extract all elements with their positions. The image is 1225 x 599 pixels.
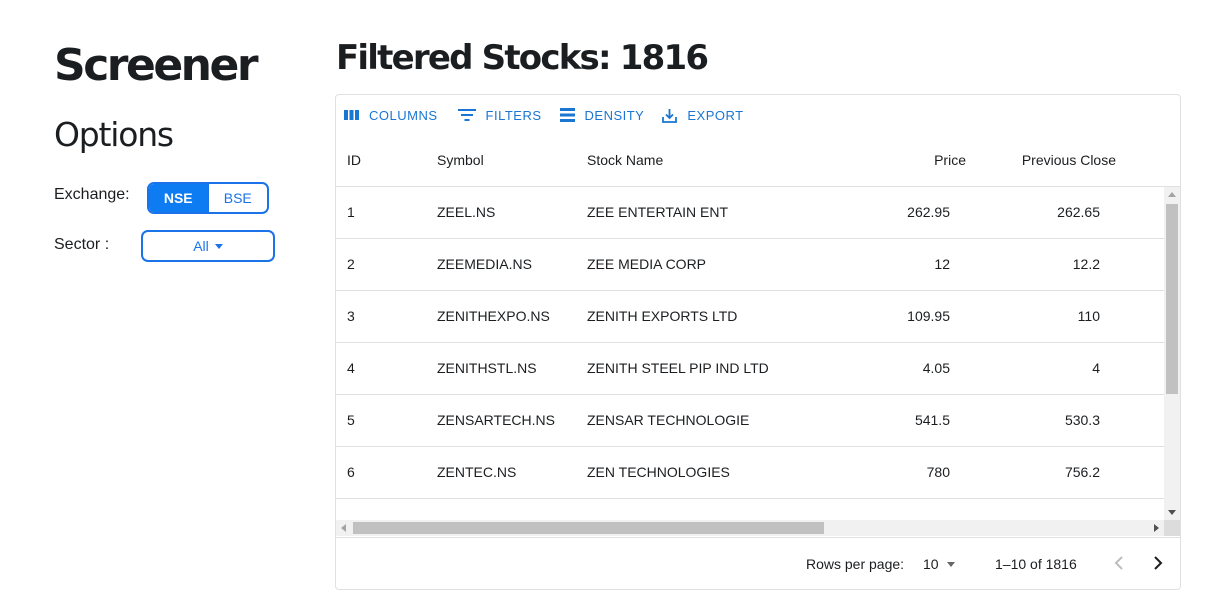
export-button[interactable]: EXPORT (662, 106, 743, 124)
page-range-text: 1–10 of 1816 (995, 556, 1077, 572)
scrollbar-corner (1164, 520, 1180, 536)
cell-stock-name: ZEE MEDIA CORP (587, 256, 707, 272)
table-row[interactable]: 3 ZENITHEXPO.NS ZENITH EXPORTS LTD 109.9… (336, 291, 1164, 343)
cell-previous-close: 530.3 (1064, 412, 1100, 428)
download-icon (662, 108, 678, 123)
rows-per-page-value: 10 (923, 556, 939, 572)
exchange-nse-button[interactable]: NSE (149, 184, 208, 212)
cell-price: 4.05 (922, 360, 950, 376)
table-row[interactable]: 5 ZENSARTECH.NS ZENSAR TECHNOLOGIE 541.5… (336, 395, 1164, 447)
cell-id: 2 (347, 256, 355, 272)
columns-icon (344, 110, 359, 120)
vertical-scroll-thumb[interactable] (1166, 204, 1178, 394)
cell-price: 12 (934, 256, 950, 272)
density-label: DENSITY (584, 107, 645, 123)
columns-label: COLUMNS (369, 107, 438, 123)
caret-down-icon (214, 243, 223, 249)
vertical-scrollbar[interactable] (1164, 187, 1180, 520)
cell-symbol: ZEEL.NS (437, 204, 496, 220)
rows-per-page-label: Rows per page: (806, 556, 905, 572)
caret-down-icon (946, 561, 955, 567)
app-title: Screener (54, 40, 259, 91)
scroll-up-arrow-icon[interactable] (1168, 192, 1176, 197)
header-id[interactable]: ID (347, 152, 361, 168)
exchange-label: Exchange: (54, 186, 130, 203)
filters-button[interactable]: FILTERS (457, 106, 542, 124)
sidebar: Screener Options Exchange: NSE BSE Secto… (54, 38, 294, 262)
cell-symbol: ZENITHEXPO.NS (437, 308, 550, 324)
rows-per-page-select[interactable]: 10 (923, 556, 955, 572)
table-row[interactable]: 2 ZEEMEDIA.NS ZEE MEDIA CORP 12 12.2 (336, 239, 1164, 291)
cell-price: 262.95 (907, 204, 950, 220)
table-row[interactable]: 6 ZENTEC.NS ZEN TECHNOLOGIES 780 756.2 (336, 447, 1164, 499)
sector-dropdown[interactable]: All (141, 230, 275, 262)
density-icon (559, 108, 575, 122)
scroll-right-arrow-icon[interactable] (1154, 524, 1159, 532)
cell-previous-close: 262.65 (1057, 204, 1100, 220)
table-row[interactable]: 4 ZENITHSTL.NS ZENITH STEEL PIP IND LTD … (336, 343, 1164, 395)
cell-symbol: ZENITHSTL.NS (437, 360, 537, 376)
cell-previous-close: 110 (1077, 308, 1100, 324)
header-price[interactable]: Price (934, 152, 966, 168)
cell-symbol: ZENTEC.NS (437, 464, 517, 480)
table-body: 1 ZEEL.NS ZEE ENTERTAIN ENT 262.95 262.6… (336, 187, 1180, 520)
table-header: ID Symbol Stock Name Price Previous Clos… (336, 135, 1180, 187)
exchange-bse-button[interactable]: BSE (207, 184, 268, 212)
grid-toolbar: COLUMNS FILTERS DENSITY EXPORT (344, 106, 762, 124)
cell-id: 4 (347, 360, 355, 376)
cell-stock-name: ZEE ENTERTAIN ENT (587, 204, 729, 220)
filter-icon (457, 109, 476, 121)
table-row[interactable]: 1 ZEEL.NS ZEE ENTERTAIN ENT 262.95 262.6… (336, 187, 1164, 239)
header-stock-name[interactable]: Stock Name (587, 152, 663, 168)
cell-stock-name: ZENITH EXPORTS LTD (587, 308, 738, 324)
header-previous-close[interactable]: Previous Close (1022, 152, 1116, 168)
cell-id: 3 (347, 308, 355, 324)
sector-label: Sector : (54, 236, 110, 253)
exchange-toggle: NSE BSE (147, 182, 269, 214)
scroll-left-arrow-icon[interactable] (341, 524, 346, 532)
cell-previous-close: 756.2 (1064, 464, 1100, 480)
cell-stock-name: ZEN TECHNOLOGIES (587, 464, 730, 480)
cell-id: 1 (347, 204, 355, 220)
density-button[interactable]: DENSITY (559, 106, 645, 124)
columns-button[interactable]: COLUMNS (344, 106, 438, 124)
previous-page-icon[interactable] (1111, 553, 1127, 573)
page-title: Filtered Stocks: 1816 (336, 38, 709, 78)
cell-id: 5 (347, 412, 355, 428)
cell-stock-name: ZENITH STEEL PIP IND LTD (587, 360, 769, 376)
cell-price: 780 (926, 464, 950, 480)
cell-symbol: ZENSARTECH.NS (437, 412, 555, 428)
next-page-icon[interactable] (1150, 553, 1166, 573)
pagination-footer: Rows per page: 10 1–10 of 1816 (336, 537, 1180, 589)
cell-symbol: ZEEMEDIA.NS (437, 256, 532, 272)
cell-previous-close: 4 (1092, 360, 1100, 376)
header-symbol[interactable]: Symbol (437, 152, 484, 168)
scroll-down-arrow-icon[interactable] (1168, 510, 1176, 515)
sector-value: All (193, 238, 209, 254)
horizontal-scrollbar[interactable] (336, 520, 1164, 536)
stocks-data-grid: COLUMNS FILTERS DENSITY EXPORT ID Symbol… (335, 94, 1181, 590)
cell-price: 541.5 (914, 412, 950, 428)
cell-previous-close: 12.2 (1072, 256, 1100, 272)
filters-label: FILTERS (485, 107, 542, 123)
cell-price: 109.95 (907, 308, 950, 324)
horizontal-scroll-thumb[interactable] (353, 522, 824, 534)
cell-stock-name: ZENSAR TECHNOLOGIE (587, 412, 750, 428)
cell-id: 6 (347, 464, 355, 480)
options-heading: Options (54, 115, 174, 154)
export-label: EXPORT (687, 107, 744, 123)
